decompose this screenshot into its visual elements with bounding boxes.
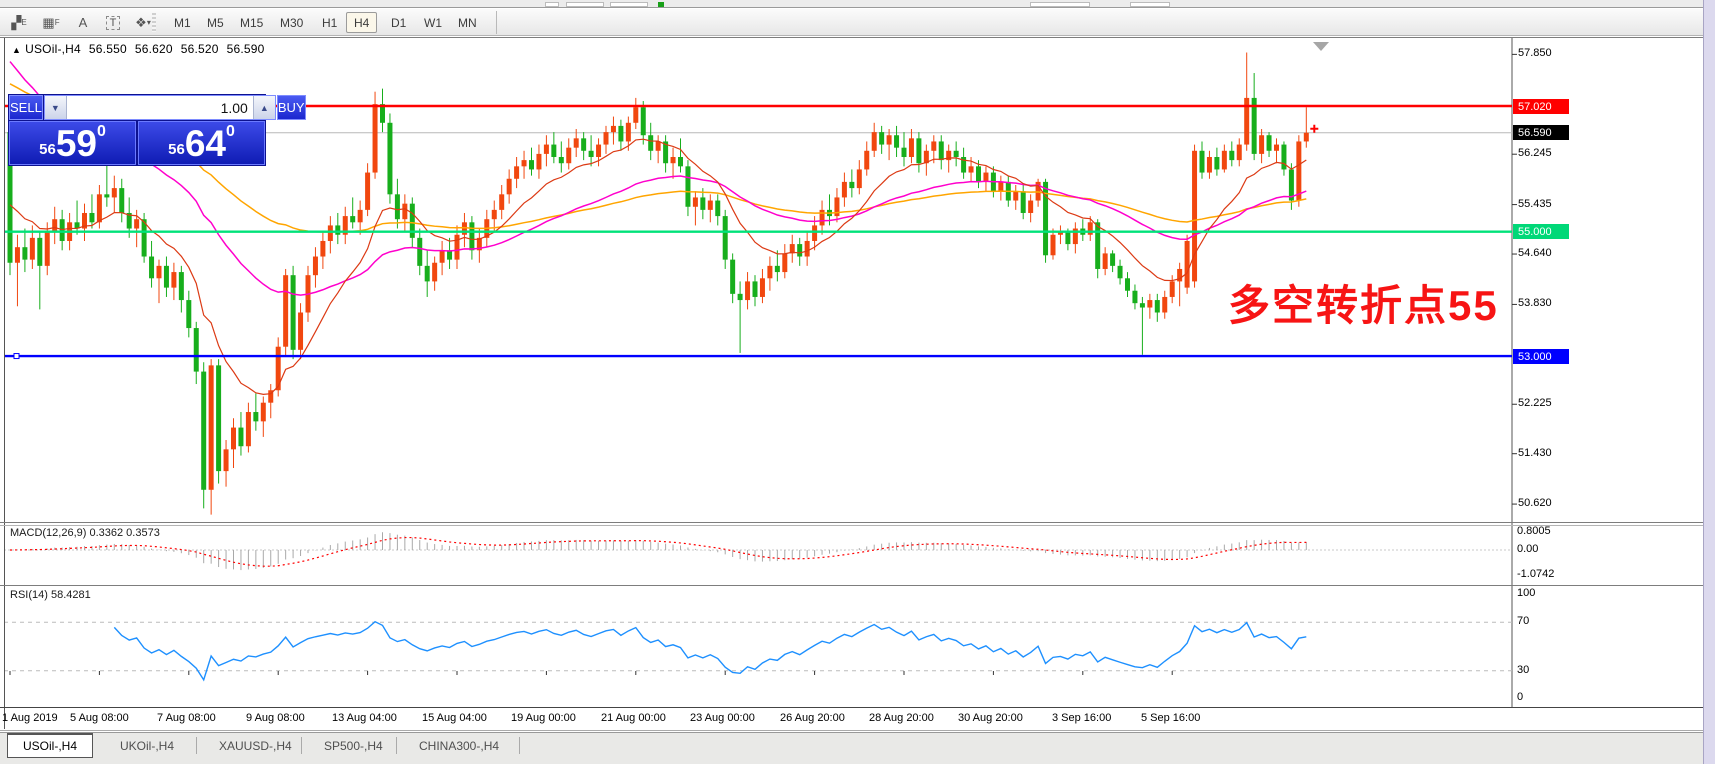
profiles-icon[interactable]: ▞E (6, 12, 32, 33)
bid-main: 59 (56, 127, 97, 161)
volume-decrease-button[interactable]: ▼ (45, 96, 67, 119)
time-tick: 21 Aug 00:00 (601, 712, 666, 724)
axis-tick: 50.620 (1518, 497, 1552, 509)
axis-tick: 55.435 (1518, 198, 1552, 210)
time-tick: 5 Sep 16:00 (1141, 712, 1200, 724)
rsi-label: RSI(14) 58.4281 (10, 589, 91, 601)
time-tick: 15 Aug 04:00 (422, 712, 487, 724)
rsi-scale: 0 (1517, 691, 1523, 703)
bid-sup: 0 (97, 123, 106, 141)
symbol-title: USOil-,H4 (25, 42, 81, 56)
time-tick: 3 Sep 16:00 (1052, 712, 1111, 724)
time-tick: 9 Aug 08:00 (246, 712, 305, 724)
resistance-price-badge: 57.020 (1513, 99, 1569, 114)
time-tick: 13 Aug 04:00 (332, 712, 397, 724)
chart-header: ▲ USOil-,H4 56.550 56.620 56.520 56.590 (12, 42, 265, 56)
axis-tick: 53.830 (1518, 297, 1552, 309)
quote-open: 56.550 (89, 42, 127, 56)
tf-h4-button[interactable]: H4 (346, 12, 377, 33)
volume-increase-button[interactable]: ▲ (253, 96, 275, 119)
tab-xauusd[interactable]: XAUUSD-,H4 (204, 734, 307, 757)
chart-end-marker-icon[interactable] (1313, 42, 1329, 51)
quote-low: 56.520 (181, 42, 219, 56)
tf-d1-button[interactable]: D1 (383, 12, 414, 33)
rsi-scale: 100 (1517, 587, 1535, 599)
bid-price-button[interactable]: 56 59 0 (9, 121, 136, 165)
tab-ukoil[interactable]: UKOil-,H4 (105, 734, 189, 757)
text-box-icon[interactable]: T (100, 12, 126, 33)
axis-tick: 56.245 (1518, 147, 1552, 159)
status-fragment (658, 2, 664, 7)
ask-price-button[interactable]: 56 64 0 (138, 121, 265, 165)
buy-button[interactable]: BUY (277, 95, 306, 120)
macd-label: MACD(12,26,9) 0.3362 0.3573 (10, 527, 160, 539)
time-tick: 5 Aug 08:00 (70, 712, 129, 724)
one-click-trade-panel: SELL ▼ ▲ BUY 56 59 0 56 64 0 (8, 94, 266, 166)
macd-scale: 0.8005 (1517, 525, 1551, 537)
tf-m15-button[interactable]: M15 (232, 12, 271, 33)
rsi-scale: 30 (1517, 664, 1529, 676)
volume-input[interactable] (67, 96, 253, 119)
axis-tick: 54.640 (1518, 247, 1552, 259)
tf-w1-button[interactable]: W1 (416, 12, 450, 33)
time-tick: 26 Aug 20:00 (780, 712, 845, 724)
rsi-scale: 70 (1517, 615, 1529, 627)
time-tick: 19 Aug 00:00 (511, 712, 576, 724)
grid-icon[interactable]: ▦F (38, 12, 64, 33)
rsi-value: 58.4281 (51, 589, 91, 601)
tab-sp500[interactable]: SP500-,H4 (309, 734, 398, 757)
font-icon[interactable]: A (70, 12, 96, 33)
tab-china300[interactable]: CHINA300-,H4 (404, 734, 514, 757)
sell-button[interactable]: SELL (9, 95, 43, 120)
macd-scale: -1.0742 (1517, 568, 1554, 580)
top-strip (0, 0, 1715, 8)
tf-m1-button[interactable]: M1 (166, 12, 199, 33)
time-tick: 30 Aug 20:00 (958, 712, 1023, 724)
pivot-price-badge: 55.000 (1513, 224, 1569, 239)
current-price-badge: 56.590 (1513, 125, 1569, 140)
chart-annotation-text[interactable]: 多空转折点55 (1228, 272, 1499, 333)
time-tick: 7 Aug 08:00 (157, 712, 216, 724)
macd-scale: 0.00 (1517, 543, 1538, 555)
chart-window: ▲ USOil-,H4 56.550 56.620 56.520 56.590 SELL … (0, 36, 1715, 731)
quote-high: 56.620 (135, 42, 173, 56)
ask-sup: 0 (226, 123, 235, 141)
symbol-tabbar: USOil-,H4 UKOil-,H4 XAUUSD-,H4 SP500-,H4… (0, 732, 1703, 764)
support-price-badge: 53.000 (1513, 349, 1569, 364)
tf-m30-button[interactable]: M30 (272, 12, 311, 33)
tf-m5-button[interactable]: M5 (199, 12, 232, 33)
tf-h1-button[interactable]: H1 (314, 12, 345, 33)
time-tick: 1 Aug 2019 (2, 712, 58, 724)
axis-tick: 57.850 (1518, 47, 1552, 59)
bid-prefix: 56 (39, 141, 56, 158)
toolbar: ▞E ▦F A T ❖▾ M1 M5 M15 M30 H1 H4 D1 W1 M… (0, 9, 1715, 36)
toolbar-grip[interactable] (152, 13, 156, 32)
ask-prefix: 56 (168, 141, 185, 158)
macd-values: 0.3362 0.3573 (89, 527, 159, 539)
quote-close: 56.590 (227, 42, 265, 56)
tab-usoil[interactable]: USOil-,H4 (7, 733, 93, 758)
axis-tick: 51.430 (1518, 447, 1552, 459)
symbol-marker-icon: ▲ (12, 45, 21, 55)
window-edge (1703, 0, 1715, 764)
tf-mn-button[interactable]: MN (450, 12, 485, 33)
axis-tick: 52.225 (1518, 397, 1552, 409)
time-tick: 23 Aug 00:00 (690, 712, 755, 724)
ask-main: 64 (185, 127, 226, 161)
time-tick: 28 Aug 20:00 (869, 712, 934, 724)
